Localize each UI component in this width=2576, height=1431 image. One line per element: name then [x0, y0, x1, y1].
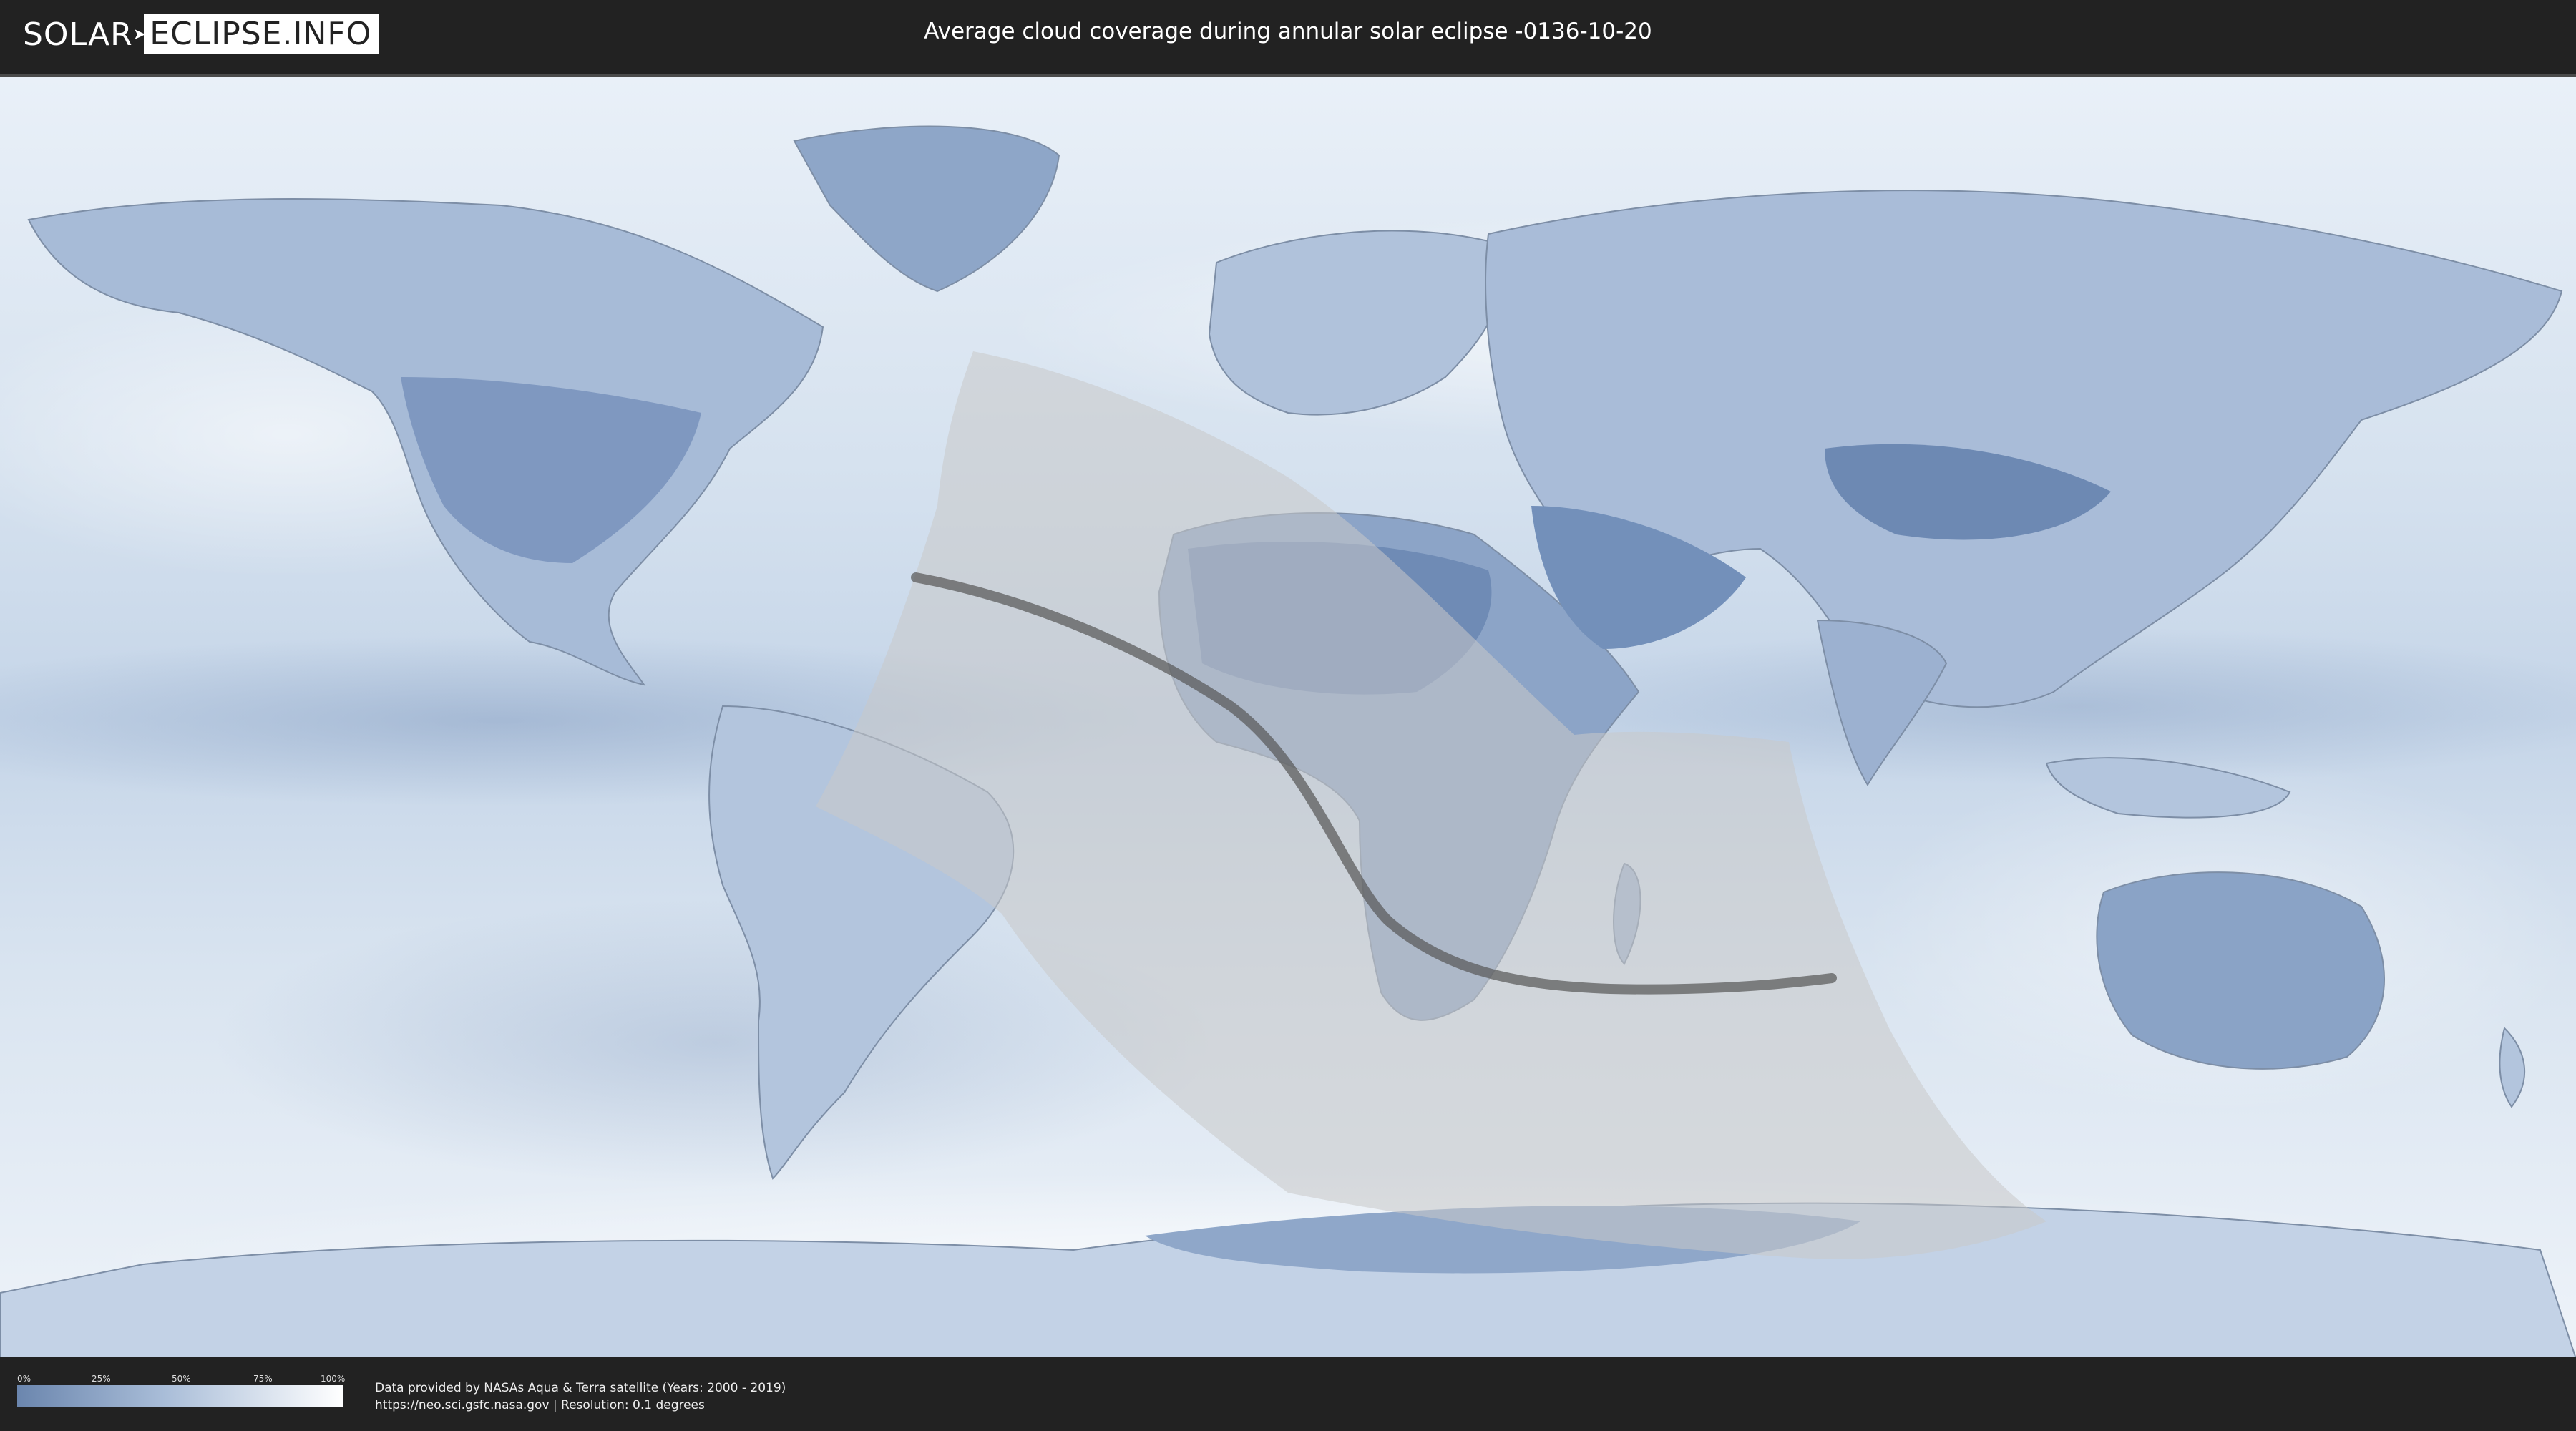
legend-tick-50: 50% — [172, 1374, 191, 1384]
credit-line-url[interactable]: https://neo.sci.gsfc.nasa.gov | Resoluti… — [375, 1397, 786, 1414]
legend-ticks: 0% 25% 50% 75% 100% — [17, 1374, 346, 1385]
legend-tick-25: 25% — [92, 1374, 111, 1384]
legend-tick-0: 0% — [17, 1374, 31, 1384]
credit-line-source: Data provided by NASAs Aqua & Terra sate… — [375, 1381, 786, 1395]
legend-tick-75: 75% — [253, 1374, 273, 1384]
australia — [2096, 871, 2386, 1070]
data-credits: Data provided by NASAs Aqua & Terra sate… — [375, 1379, 786, 1414]
legend-gradient-bar — [17, 1385, 343, 1407]
cloud-coverage-map[interactable] — [0, 74, 2576, 1357]
header-bar: SOLAR ➤ ECLIPSE.INFO Average cloud cover… — [0, 0, 2576, 72]
world-map-svg — [0, 77, 2576, 1357]
cloud-legend: 0% 25% 50% 75% 100% — [17, 1374, 346, 1407]
page-title: Average cloud coverage during annular so… — [924, 19, 1652, 44]
legend-tick-100: 100% — [321, 1374, 346, 1384]
